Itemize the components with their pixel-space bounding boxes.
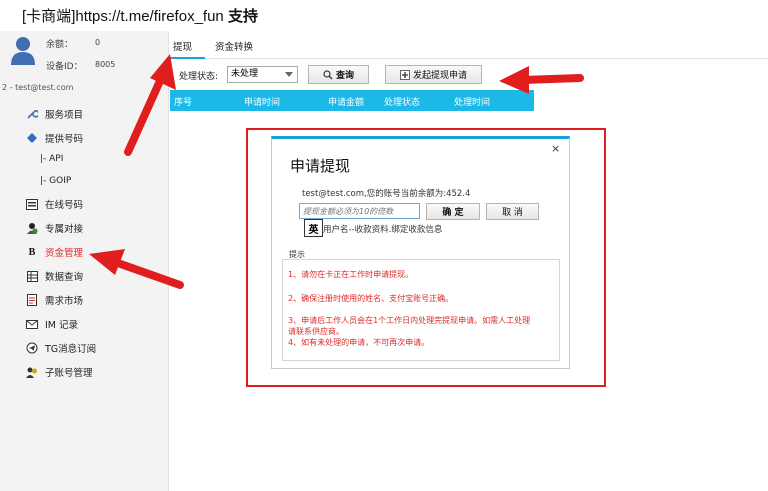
sidebar: 余额： 0 设备ID： 8005 2 - test@test.com 服务项目 … [0, 31, 169, 491]
user-account-line: 2 - test@test.com [2, 83, 74, 92]
wrench-icon [26, 108, 38, 120]
table-header: 序号 申请时间 申请金额 处理状态 处理时间 [170, 90, 534, 111]
start-withdraw-button[interactable]: 发起提现申请 [385, 65, 482, 84]
column-header-status: 处理状态 [384, 98, 421, 108]
sidebar-item-services[interactable]: 服务项目 [26, 104, 166, 124]
sidebar-item-label: 需求市场 [45, 296, 84, 307]
mail-icon [26, 318, 38, 330]
sidebar-item-market[interactable]: 需求市场 [26, 290, 166, 310]
confirm-button[interactable]: 确 定 [426, 203, 480, 220]
status-select[interactable]: 未处理 [227, 66, 298, 83]
page-title: [卡商端]https://t.me/firefox_fun 支持 [22, 5, 258, 26]
tab-fund-transfer[interactable]: 资金转换 [215, 39, 253, 53]
sidebar-item-label: 数据查询 [45, 272, 84, 283]
column-header-apply-time: 申请时间 [244, 98, 281, 108]
avatar-icon [11, 37, 35, 65]
chevron-down-icon [285, 72, 293, 77]
site-name: 卡商端 [26, 8, 72, 25]
balance-info: test@test.com,您的账号当前余额为:452.4 [302, 189, 471, 199]
sidebar-item-dedicated[interactable]: 专属对接 [26, 218, 166, 238]
sidebar-subitem-api[interactable]: |- API [40, 154, 63, 164]
sidebar-item-label: 服务项目 [45, 110, 84, 121]
status-select-value: 未处理 [231, 69, 259, 79]
telegram-icon [26, 342, 38, 354]
tip-item: 4、如有未处理的申请，不可再次申请。 [288, 338, 430, 347]
confirm-button-label: 确 定 [442, 208, 464, 218]
device-value: 8005 [95, 60, 116, 69]
query-button-label: 查询 [335, 71, 354, 81]
withdraw-dialog: 申请提现 × test@test.com,您的账号当前余额为:452.4 确 定… [271, 136, 570, 369]
sidebar-item-label: 提供号码 [45, 134, 84, 145]
cancel-button[interactable]: 取 消 [486, 203, 539, 220]
users-icon [26, 366, 38, 378]
tip-item: 3、申请后工作人员会在1个工作日内处理完提现申请。如需人工处理 [288, 316, 531, 325]
cancel-button-label: 取 消 [502, 208, 523, 218]
tips-box: 1、请勿在卡正在工作时申请提现。 2、确保注册时使用的姓名、支付宝账号正确。 3… [282, 259, 560, 361]
status-filter-label: 处理状态: [179, 72, 219, 82]
sidebar-item-provide-numbers[interactable]: 提供号码 [26, 128, 166, 148]
document-icon [26, 294, 38, 306]
column-header-index: 序号 [174, 98, 193, 108]
tip-item: 请联系供应商。 [288, 327, 344, 336]
balance-value: 0 [95, 38, 101, 47]
support-text: 支持 [227, 8, 258, 25]
list-icon [26, 198, 38, 210]
sidebar-item-sub-accounts[interactable]: 子账号管理 [26, 362, 166, 382]
sidebar-item-label: IM 记录 [45, 320, 79, 331]
device-label: 设备ID： [46, 62, 83, 72]
sidebar-item-label: 子账号管理 [45, 368, 93, 379]
sidebar-item-label: 在线号码 [45, 200, 84, 211]
sidebar-item-tg-subscription[interactable]: TG消息订阅 [26, 338, 166, 358]
amount-input[interactable] [299, 203, 420, 219]
sidebar-subitem-goip[interactable]: |- GOIP [40, 176, 71, 186]
plus-icon [399, 69, 410, 80]
tab-bar: 提现 资金转换 [170, 36, 768, 60]
tip-item: 1、请勿在卡正在工作时申请提现。 [288, 270, 414, 279]
search-icon [323, 69, 333, 79]
support-url[interactable]: https://t.me/firefox_fun [75, 8, 223, 25]
sidebar-item-funds[interactable]: B 资金管理 [26, 242, 166, 262]
diamond-icon [26, 132, 38, 144]
balance-label: 余额： [46, 40, 74, 50]
active-tab-underline [170, 57, 205, 59]
sidebar-item-label: TG消息订阅 [45, 344, 97, 355]
sidebar-item-online-numbers[interactable]: 在线号码 [26, 194, 166, 214]
bold-b-icon: B [28, 246, 36, 258]
sidebar-item-im-records[interactable]: IM 记录 [26, 314, 166, 334]
people-icon [26, 222, 38, 234]
grid-icon [26, 270, 38, 282]
column-header-process-time: 处理时间 [454, 98, 491, 108]
column-header-amount: 申请金额 [328, 98, 365, 108]
sidebar-item-data-query[interactable]: 数据查询 [26, 266, 166, 286]
dialog-title: 申请提现 [290, 158, 351, 175]
sidebar-item-label: 专属对接 [45, 224, 84, 235]
tip-item: 2、确保注册时使用的姓名、支付宝账号正确。 [288, 294, 454, 303]
close-icon[interactable]: × [551, 142, 560, 155]
query-button[interactable]: 查询 [308, 65, 369, 84]
start-withdraw-label: 发起提现申请 [412, 71, 467, 81]
ime-indicator: 英 [304, 219, 323, 237]
tab-withdraw[interactable]: 提现 [173, 39, 192, 53]
sidebar-item-label: 资金管理 [45, 248, 84, 259]
tab-bar-divider [205, 58, 768, 59]
bind-payment-hint: 用户名--收款资料.绑定收款信息 [323, 225, 443, 235]
